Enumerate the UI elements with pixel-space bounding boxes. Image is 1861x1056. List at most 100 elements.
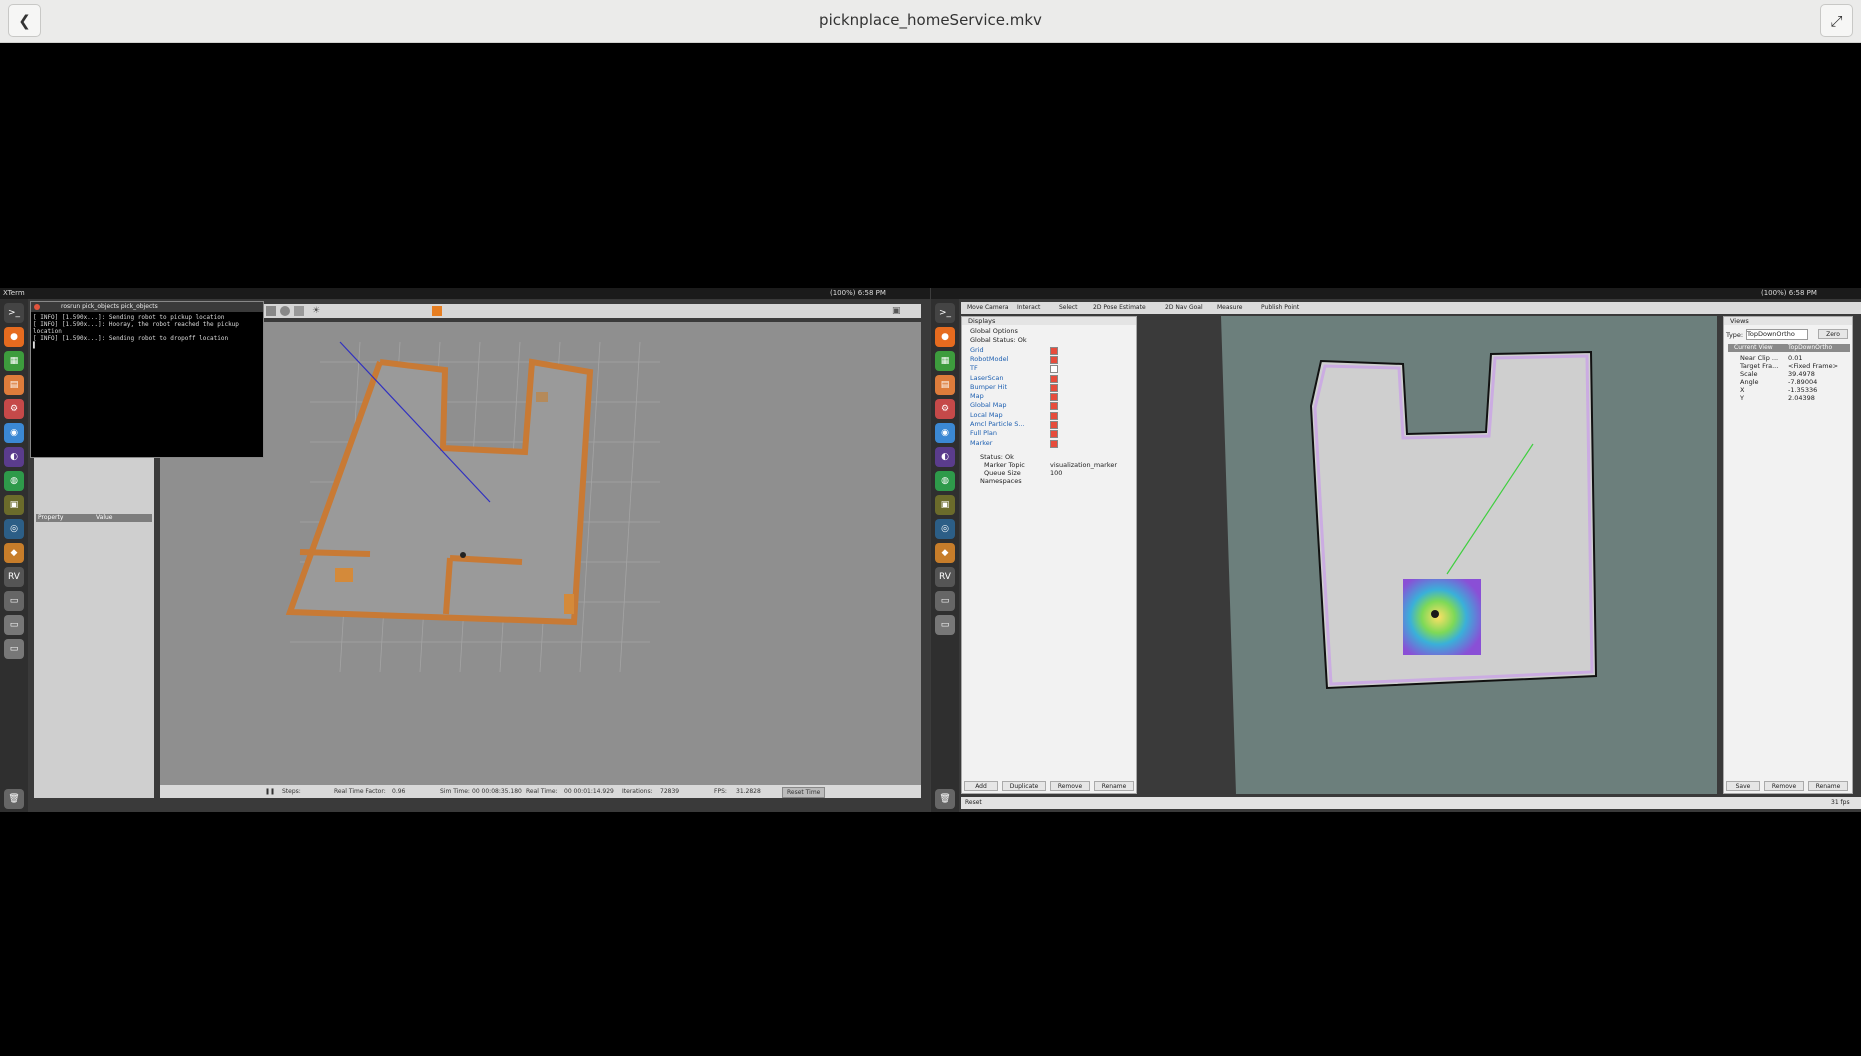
tool-nav-goal[interactable]: 2D Nav Goal [1165, 302, 1203, 314]
view-prop-label: Target Fra... [1740, 362, 1779, 370]
display-item[interactable]: Marker [970, 439, 992, 447]
display-checkbox[interactable] [1050, 430, 1058, 439]
display-checkbox[interactable] [1050, 402, 1058, 411]
tool-interact[interactable]: Interact [1017, 302, 1040, 314]
fullscreen-button[interactable]: ⤢ [1820, 4, 1853, 37]
display-item[interactable]: Global Status: Ok [970, 336, 1027, 344]
zero-button[interactable]: Zero [1818, 329, 1848, 339]
trash-icon[interactable]: 🗑 [935, 789, 955, 809]
terminal-alt-icon[interactable]: ▣ [935, 495, 955, 515]
views-type-select[interactable]: TopDownOrtho [1746, 329, 1808, 340]
view-prop-value[interactable]: 39.4978 [1788, 370, 1815, 378]
box-tool-icon[interactable] [266, 306, 276, 316]
display-checkbox[interactable] [1050, 374, 1058, 383]
marker-topic-value[interactable]: visualization_marker [1050, 461, 1117, 469]
queue-size-value[interactable]: 100 [1050, 469, 1062, 477]
earth-icon[interactable]: ◎ [935, 519, 955, 539]
tool-select[interactable]: Select [1059, 302, 1078, 314]
view-prop-label: Near Clip ... [1740, 354, 1779, 362]
gazebo-icon[interactable]: ◆ [4, 543, 24, 563]
display-item[interactable]: LaserScan [970, 374, 1003, 382]
save-view-button[interactable]: Save [1726, 781, 1760, 791]
cylinder-tool-icon[interactable] [294, 306, 304, 316]
view-prop-value[interactable]: 2.04398 [1788, 394, 1815, 402]
trash-icon[interactable]: 🗑 [4, 789, 24, 809]
spreadsheet-icon[interactable]: ▦ [935, 351, 955, 371]
remove-button[interactable]: Remove [1050, 781, 1090, 791]
display-item[interactable]: Local Map [970, 411, 1003, 419]
display-checkbox[interactable] [1050, 393, 1058, 402]
view-prop-value[interactable]: 0.01 [1788, 354, 1802, 362]
rename-button[interactable]: Rename [1094, 781, 1134, 791]
remove-view-button[interactable]: Remove [1764, 781, 1804, 791]
display-item[interactable]: RobotModel [970, 355, 1008, 363]
rviz-icon[interactable]: RV [4, 567, 24, 587]
globe-icon[interactable]: ◍ [935, 471, 955, 491]
eclipse-icon[interactable]: ◐ [935, 447, 955, 467]
display-item[interactable]: Map [970, 392, 984, 400]
display-checkbox[interactable] [1050, 383, 1058, 392]
display-checkbox[interactable] [1050, 346, 1058, 355]
rename-view-button[interactable]: Rename [1808, 781, 1848, 791]
eclipse-icon[interactable]: ◐ [4, 447, 24, 467]
view-prop-value[interactable]: <Fixed Frame> [1788, 362, 1838, 370]
display-item[interactable]: Amcl Particle S... [970, 420, 1025, 428]
xterm-window[interactable]: rosrun pick_objects pick_objects [ INFO]… [30, 301, 264, 458]
display-checkbox[interactable] [1050, 355, 1058, 364]
spreadsheet-icon[interactable]: ▦ [4, 351, 24, 371]
sphere-tool-icon[interactable] [280, 306, 290, 316]
settings-icon[interactable]: ⚙ [4, 399, 24, 419]
display-checkbox[interactable] [1050, 411, 1058, 420]
settings-icon[interactable]: ⚙ [935, 399, 955, 419]
tool-measure[interactable]: Measure [1217, 302, 1243, 314]
views-title: Views [1724, 317, 1852, 325]
terminal-icon[interactable]: >_ [4, 303, 24, 323]
drive-alt-icon[interactable]: ▭ [935, 615, 955, 635]
real-time-value: 00 00:01:14.929 [564, 788, 614, 795]
display-checkbox[interactable] [1050, 421, 1058, 429]
drive-icon[interactable]: ▭ [935, 591, 955, 611]
terminal-alt-icon[interactable]: ▣ [4, 495, 24, 515]
close-icon[interactable] [34, 304, 40, 310]
tool-move-camera[interactable]: Move Camera [967, 302, 1009, 314]
display-item[interactable]: Grid [970, 346, 984, 354]
view-prop-label: X [1740, 386, 1745, 394]
chrome-icon[interactable]: ◉ [4, 423, 24, 443]
terminal-icon[interactable]: >_ [935, 303, 955, 323]
drive-alt-icon[interactable]: ▭ [4, 615, 24, 635]
chrome-icon[interactable]: ◉ [935, 423, 955, 443]
rviz-map-view[interactable] [1141, 316, 1717, 794]
display-item-label: Grid [970, 345, 984, 354]
drive-icon[interactable]: ▭ [4, 591, 24, 611]
document-icon[interactable]: ▤ [4, 375, 24, 395]
firefox-icon[interactable]: ● [935, 327, 955, 347]
display-item[interactable]: TF [970, 364, 978, 372]
add-button[interactable]: Add [964, 781, 998, 791]
reset-time-button[interactable]: Reset Time [782, 787, 826, 798]
view-prop-value[interactable]: -1.35336 [1788, 386, 1817, 394]
orange-tool-icon[interactable] [432, 306, 442, 316]
display-item[interactable]: Full Plan [970, 429, 997, 437]
duplicate-button[interactable]: Duplicate [1002, 781, 1046, 791]
pause-icon[interactable]: ❚❚ [265, 785, 275, 798]
globe-icon[interactable]: ◍ [4, 471, 24, 491]
view-prop-value[interactable]: -7.89004 [1788, 378, 1817, 386]
display-item[interactable]: Global Map [970, 401, 1007, 409]
reset-button[interactable]: Reset [965, 797, 982, 809]
document-icon[interactable]: ▤ [935, 375, 955, 395]
gazebo-3d-scene[interactable] [160, 322, 921, 785]
gazebo-icon[interactable]: ◆ [935, 543, 955, 563]
earth-icon[interactable]: ◎ [4, 519, 24, 539]
display-item[interactable]: Global Options [970, 327, 1018, 335]
tool-publish-point[interactable]: Publish Point [1261, 302, 1299, 314]
display-item[interactable]: Bumper Hit [970, 383, 1007, 391]
display-checkbox[interactable] [1050, 365, 1058, 374]
rviz-icon[interactable]: RV [935, 567, 955, 587]
firefox-icon[interactable]: ● [4, 327, 24, 347]
camera-icon[interactable]: ▣ [892, 306, 902, 316]
light-tool-icon[interactable]: ☀ [312, 306, 322, 316]
tool-pose-estimate[interactable]: 2D Pose Estimate [1093, 302, 1146, 314]
local-costmap [1403, 579, 1481, 655]
drive-third-icon[interactable]: ▭ [4, 639, 24, 659]
display-checkbox[interactable] [1050, 439, 1058, 448]
